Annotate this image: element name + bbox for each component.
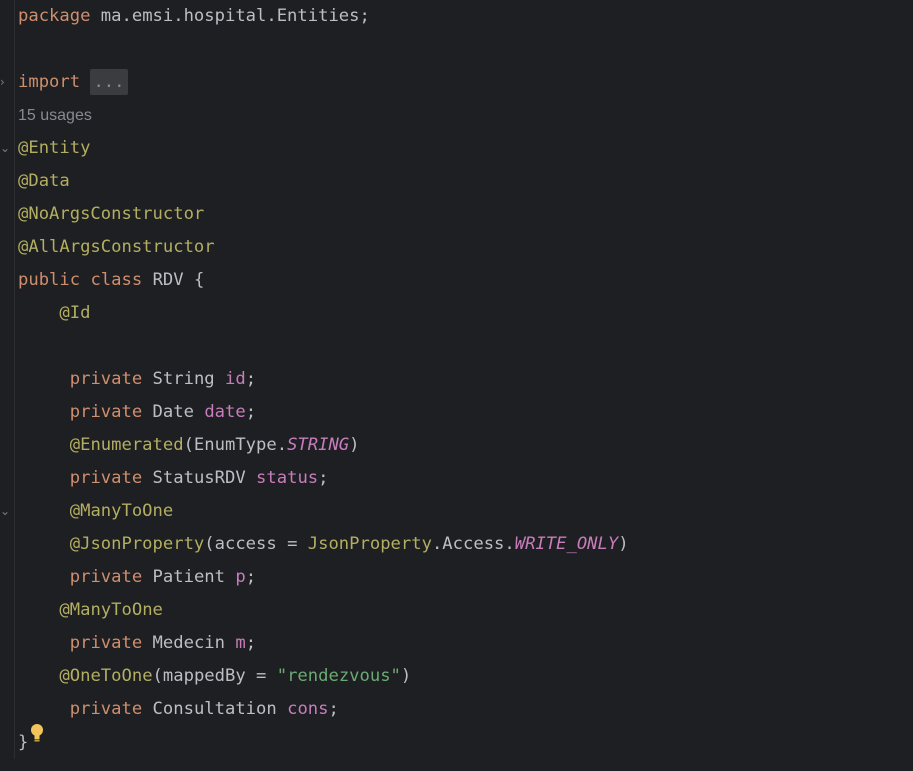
type-consultation: Consultation: [152, 699, 277, 719]
modifier-private: private: [69, 468, 143, 488]
string-rendezvous: "rendezvous": [276, 666, 401, 686]
field-status: status: [256, 468, 319, 488]
annotation-jsonproperty: @JsonProperty: [69, 534, 205, 554]
annotation-enumerated: @Enumerated: [69, 435, 184, 455]
keyword-class: class: [90, 270, 143, 290]
code-line-field-status: private StatusRDV status;: [18, 462, 908, 495]
code-line-field-medecin: private Medecin m;: [18, 627, 908, 660]
semicolon: ;: [245, 402, 257, 422]
type-date: Date: [152, 402, 194, 422]
enum-const-write-only: WRITE_ONLY: [514, 534, 619, 554]
json-args-open: (access =: [204, 534, 308, 554]
usages-hint[interactable]: 15 usages: [18, 107, 92, 124]
keyword-public: public: [18, 270, 81, 290]
package-semicolon: ;: [359, 6, 370, 26]
annotation-manytoone: @ManyToOne: [69, 501, 174, 521]
package-name: ma.emsi.hospital.Entities: [100, 6, 360, 26]
folded-imports[interactable]: ...: [90, 69, 128, 95]
code-line-manytoone-1: @ManyToOne: [18, 495, 908, 528]
code-line-data: @Data: [18, 165, 908, 198]
field-m: m: [235, 633, 246, 653]
semicolon: ;: [245, 567, 257, 587]
field-cons: cons: [287, 699, 329, 719]
keyword-import: import: [18, 72, 81, 92]
modifier-private: private: [69, 567, 143, 587]
modifier-private: private: [69, 699, 143, 719]
code-editor[interactable]: › ⌄ ⌄ package ma.emsi.hospital.Entities;…: [0, 0, 913, 771]
code-line-usages: 15 usages: [18, 99, 908, 132]
onetoone-args-open: (mappedBy =: [152, 666, 277, 686]
json-access-ref: .Access.: [431, 534, 515, 554]
field-date: date: [204, 402, 246, 422]
semicolon: ;: [245, 369, 257, 389]
fold-expanded-chevron-down-icon-2[interactable]: ⌄: [0, 505, 10, 517]
class-name: RDV {: [152, 270, 205, 290]
code-line-field-id: private String id;: [18, 363, 908, 396]
json-class-ref: JsonProperty: [307, 534, 432, 554]
code-line-close-brace: }: [18, 724, 908, 759]
modifier-private: private: [69, 402, 143, 422]
onetoone-args-close: ): [400, 666, 412, 686]
field-p: p: [235, 567, 246, 587]
annotation-manytoone-2: @ManyToOne: [59, 600, 163, 620]
type-string: String: [152, 369, 215, 389]
editor-bottom-edge: [0, 759, 913, 771]
code-line-noargs: @NoArgsConstructor: [18, 198, 908, 231]
field-id: id: [225, 369, 246, 389]
keyword-package: package: [18, 6, 91, 26]
gutter-divider: [14, 0, 15, 771]
code-line-id-annotation: @Id: [18, 297, 908, 330]
code-line-field-cons: private Consultation cons;: [18, 693, 908, 726]
enum-const-string: STRING: [287, 435, 350, 455]
type-medecin: Medecin: [152, 633, 225, 653]
code-line-onetoone: @OneToOne(mappedBy = "rendezvous"): [18, 660, 908, 693]
annotation-onetoone: @OneToOne: [59, 666, 153, 686]
code-line-blank-1: [18, 33, 908, 66]
annotation-noargs: @NoArgsConstructor: [18, 204, 205, 224]
annotation-data: @Data: [18, 171, 70, 191]
annotation-id: @Id: [59, 303, 91, 323]
semicolon: ;: [245, 633, 257, 653]
code-line-entity: @Entity: [18, 132, 908, 165]
code-line-manytoone-2: @ManyToOne: [18, 594, 908, 627]
code-line-class-decl: public class RDV {: [18, 264, 908, 297]
code-line-blank-2: [18, 330, 908, 363]
code-line-jsonproperty: @JsonProperty(access = JsonProperty.Acce…: [18, 528, 908, 561]
semicolon: ;: [328, 699, 339, 719]
type-statusrdv: StatusRDV: [152, 468, 246, 488]
annotation-allargs: @AllArgsConstructor: [18, 237, 215, 257]
annotation-entity: @Entity: [18, 138, 91, 158]
modifier-private: private: [69, 633, 143, 653]
lightbulb-icon[interactable]: [30, 722, 44, 755]
code-line-enumerated: @Enumerated(EnumType.STRING): [18, 429, 908, 462]
closing-brace: }: [18, 732, 29, 753]
semicolon: ;: [318, 468, 329, 488]
fold-expanded-chevron-down-icon[interactable]: ⌄: [0, 142, 10, 154]
code-line-field-date: private Date date;: [18, 396, 908, 429]
type-patient: Patient: [152, 567, 225, 587]
code-line-import: import ...: [18, 66, 908, 99]
json-args-close: ): [618, 534, 629, 554]
enumerated-args-close: ): [349, 435, 360, 455]
modifier-private: private: [69, 369, 143, 389]
enumerated-args-open: (EnumType.: [183, 435, 288, 455]
code-line-allargs: @AllArgsConstructor: [18, 231, 908, 264]
code-line-field-patient: private Patient p;: [18, 561, 908, 594]
fold-collapsed-chevron-right-icon[interactable]: ›: [0, 76, 10, 88]
code-content[interactable]: package ma.emsi.hospital.Entities; impor…: [18, 0, 908, 759]
code-line-package: package ma.emsi.hospital.Entities;: [18, 0, 908, 33]
